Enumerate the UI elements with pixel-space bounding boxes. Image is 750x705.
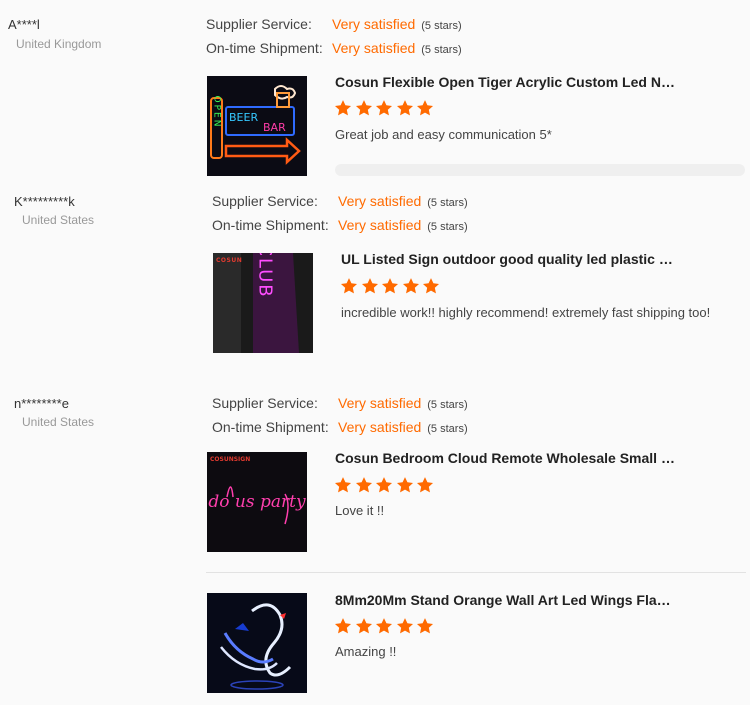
rating-stars-text: (5 stars) <box>427 399 468 411</box>
neon-club-image: CLUB COSUN <box>213 253 313 353</box>
product-image[interactable] <box>207 593 307 693</box>
product-divider <box>206 572 746 573</box>
review-comment: Love it !! <box>335 503 385 518</box>
rating-value: Very satisfied <box>338 395 422 411</box>
rating-label: Supplier Service: <box>212 193 318 209</box>
rating-stars-text: (5 stars) <box>427 197 468 209</box>
star-icon <box>375 99 393 117</box>
neon-do-us-party-image: COSUNSIGN do us party <box>207 452 307 552</box>
neon-word-beer: BEER <box>229 111 258 124</box>
rating-value: Very satisfied <box>332 16 416 32</box>
rating-ontime-shipment: On-time Shipment: Very satisfied (5 stars) <box>212 215 468 235</box>
brand-logo: COSUNSIGN <box>210 456 250 463</box>
product-star-rating <box>334 99 437 119</box>
rating-supplier-service: Supplier Service: Very satisfied (5 stars) <box>212 191 468 211</box>
star-icon <box>402 277 420 295</box>
neon-word-bar: BAR <box>263 121 286 134</box>
product-title-link[interactable]: Cosun Flexible Open Tiger Acrylic Custom… <box>335 74 675 90</box>
product-title-link[interactable]: 8Mm20Mm Stand Orange Wall Art Led Wings … <box>335 592 675 608</box>
star-icon <box>340 277 358 295</box>
buyer-name: n********e <box>14 396 69 411</box>
rating-label: On-time Shipment: <box>212 217 329 233</box>
rating-ontime-shipment: On-time Shipment: Very satisfied (5 stars) <box>206 38 462 58</box>
product-star-rating <box>334 617 437 637</box>
rating-ontime-shipment: On-time Shipment: Very satisfied (5 stars) <box>212 417 468 437</box>
rating-value: Very satisfied <box>338 419 422 435</box>
rating-label: On-time Shipment: <box>212 419 329 435</box>
buyer-country: United States <box>22 415 95 429</box>
star-icon <box>396 99 414 117</box>
star-icon <box>355 617 373 635</box>
rating-label: Supplier Service: <box>212 395 318 411</box>
star-icon <box>381 277 399 295</box>
product-star-rating <box>334 476 437 496</box>
buyer-country: United States <box>22 213 95 227</box>
neon-script-text: do us party <box>208 492 306 512</box>
product-title-link[interactable]: Cosun Bedroom Cloud Remote Wholesale Sma… <box>335 450 675 466</box>
rating-label: Supplier Service: <box>206 16 312 32</box>
product-image[interactable]: CLUB COSUN <box>213 253 313 353</box>
star-icon <box>334 99 352 117</box>
neon-letter: OPEN <box>212 96 222 129</box>
buyer-name: K*********k <box>14 194 75 209</box>
horizontal-scrollbar[interactable] <box>335 164 745 176</box>
rating-supplier-service: Supplier Service: Very satisfied (5 stars) <box>206 14 462 34</box>
neon-swan-image <box>207 593 307 693</box>
star-icon <box>396 617 414 635</box>
product-image[interactable]: COSUNSIGN do us party <box>207 452 307 552</box>
buyer-country: United Kingdom <box>16 37 102 51</box>
review-comment: incredible work!! highly recommend! extr… <box>341 305 711 320</box>
rating-stars-text: (5 stars) <box>421 44 462 56</box>
rating-label: On-time Shipment: <box>206 40 323 56</box>
neon-open-beer-bar-image: OPEN BEER BAR <box>207 76 307 176</box>
review-comment: Great job and easy communication 5* <box>335 127 552 142</box>
star-icon <box>355 99 373 117</box>
star-icon <box>375 476 393 494</box>
rating-value: Very satisfied <box>338 193 422 209</box>
star-icon <box>416 617 434 635</box>
review-comment: Amazing !! <box>335 644 397 659</box>
rating-stars-text: (5 stars) <box>427 221 468 233</box>
rating-supplier-service: Supplier Service: Very satisfied (5 stars) <box>212 393 468 413</box>
product-image[interactable]: OPEN BEER BAR <box>207 76 307 176</box>
product-star-rating <box>340 277 443 297</box>
neon-word-club: CLUB <box>255 253 276 299</box>
star-icon <box>416 476 434 494</box>
rating-stars-text: (5 stars) <box>421 20 462 32</box>
star-icon <box>396 476 414 494</box>
star-icon <box>416 99 434 117</box>
rating-value: Very satisfied <box>332 40 416 56</box>
buyer-name: A****l <box>8 17 40 32</box>
star-icon <box>361 277 379 295</box>
star-icon <box>355 476 373 494</box>
star-icon <box>334 617 352 635</box>
rating-stars-text: (5 stars) <box>427 423 468 435</box>
star-icon <box>334 476 352 494</box>
star-icon <box>422 277 440 295</box>
brand-logo: COSUN <box>216 257 242 264</box>
product-title-link[interactable]: UL Listed Sign outdoor good quality led … <box>341 251 681 267</box>
rating-value: Very satisfied <box>338 217 422 233</box>
star-icon <box>375 617 393 635</box>
